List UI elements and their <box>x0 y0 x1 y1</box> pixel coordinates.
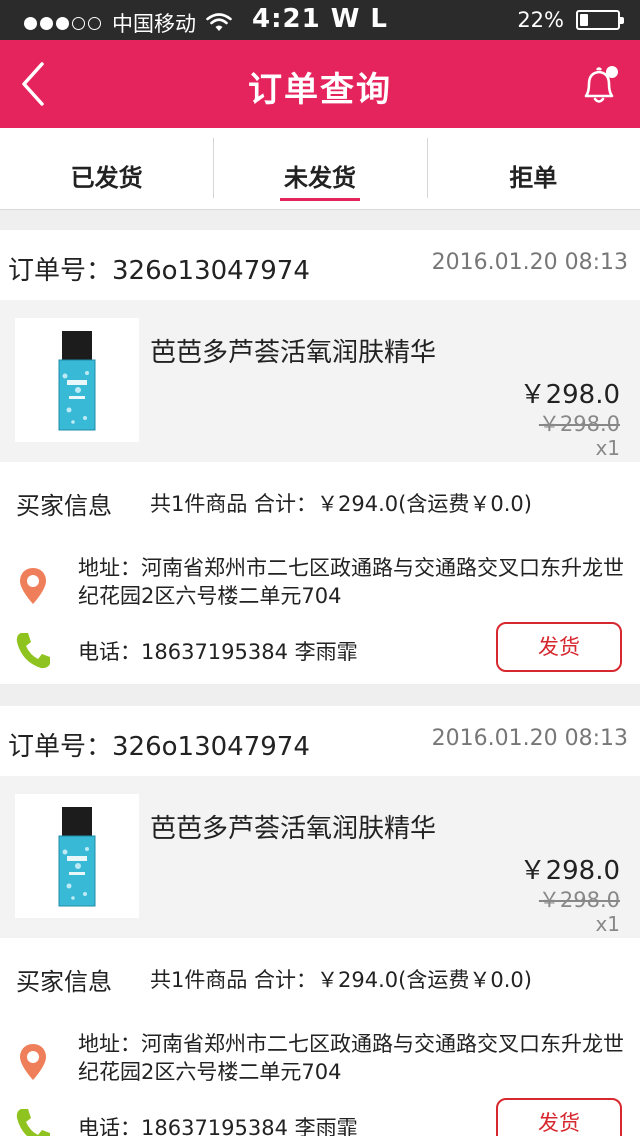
status-bar: 中国移动 4:21 W L 22% <box>0 0 640 40</box>
product-name: 芭芭多芦荟活氧润肤精华 <box>150 814 437 844</box>
product-image <box>15 794 139 918</box>
original-price: ￥298.0 <box>538 888 620 912</box>
tab-label: 已发货 <box>70 164 143 192</box>
order-time: 2016.01.20 08:13 <box>431 726 628 751</box>
order-summary: 共1件商品 合计：￥294.0(含运费￥0.0) <box>150 492 532 516</box>
product-quantity: x1 <box>595 912 620 936</box>
tab-rejected[interactable]: 拒单 <box>426 128 640 209</box>
page-title: 订单查询 <box>248 70 392 110</box>
product-row[interactable]: 芭芭多芦荟活氧润肤精华 ￥298.0 ￥298.0 x1 <box>0 300 640 462</box>
notification-button[interactable] <box>578 62 622 106</box>
buyer-info-row: 买家信息 共1件商品 合计：￥294.0(含运费￥0.0) <box>0 938 640 1014</box>
phone-icon <box>16 1109 50 1136</box>
original-price: ￥298.0 <box>538 412 620 436</box>
ship-button[interactable]: 发货 <box>496 1098 622 1136</box>
order-card: 订单号：326o13047974 2016.01.20 08:13 芭芭多芦荟活… <box>0 230 640 684</box>
order-number: 订单号：326o13047974 <box>8 732 310 762</box>
serum-bottle-icon <box>58 331 96 431</box>
battery-level <box>580 14 588 26</box>
tab-shipped[interactable]: 已发货 <box>0 128 213 209</box>
order-card: 订单号：326o13047974 2016.01.20 08:13 芭芭多芦荟活… <box>0 706 640 1136</box>
ship-button[interactable]: 发货 <box>496 622 622 672</box>
product-price: ￥298.0 <box>519 380 620 410</box>
location-pin-icon <box>20 1044 46 1080</box>
buyer-info-label: 买家信息 <box>16 492 112 520</box>
buyer-info-label: 买家信息 <box>16 968 112 996</box>
order-time: 2016.01.20 08:13 <box>431 250 628 275</box>
nav-bar: 订单查询 <box>0 40 640 128</box>
location-pin-icon <box>20 568 46 604</box>
order-header: 订单号：326o13047974 2016.01.20 08:13 <box>0 230 640 300</box>
order-summary: 共1件商品 合计：￥294.0(含运费￥0.0) <box>150 968 532 992</box>
battery-percent: 22% <box>517 8 564 32</box>
tab-label: 未发货 <box>283 164 356 192</box>
address-text: 地址：河南省郑州市二七区政通路与交通路交叉口东升龙世纪花园2区六号楼二单元704 <box>78 556 624 608</box>
order-number: 订单号：326o13047974 <box>8 256 310 286</box>
shipping-info: 地址：河南省郑州市二七区政通路与交通路交叉口东升龙世纪花园2区六号楼二单元704… <box>0 1014 640 1136</box>
status-bar-right: 22% <box>517 8 624 32</box>
product-image <box>15 318 139 442</box>
phone-icon <box>16 633 50 669</box>
phone-text: 电话：18637195384 李雨霏 <box>78 640 358 664</box>
bell-icon <box>584 66 618 103</box>
order-header: 订单号：326o13047974 2016.01.20 08:13 <box>0 706 640 776</box>
product-name: 芭芭多芦荟活氧润肤精华 <box>150 338 437 368</box>
product-quantity: x1 <box>595 436 620 460</box>
address-text: 地址：河南省郑州市二七区政通路与交通路交叉口东升龙世纪花园2区六号楼二单元704 <box>78 1032 624 1084</box>
shipping-info: 地址：河南省郑州市二七区政通路与交通路交叉口东升龙世纪花园2区六号楼二单元704… <box>0 538 640 688</box>
active-tab-indicator <box>279 198 360 201</box>
product-row[interactable]: 芭芭多芦荟活氧润肤精华 ￥298.0 ￥298.0 x1 <box>0 776 640 938</box>
tab-unshipped[interactable]: 未发货 <box>213 128 426 209</box>
serum-bottle-icon <box>58 807 96 907</box>
battery-icon <box>576 10 624 30</box>
order-status-tabs: 已发货 未发货 拒单 <box>0 128 640 210</box>
phone-text: 电话：18637195384 李雨霏 <box>78 1116 358 1136</box>
tab-label: 拒单 <box>509 164 558 192</box>
buyer-info-row: 买家信息 共1件商品 合计：￥294.0(含运费￥0.0) <box>0 462 640 538</box>
product-price: ￥298.0 <box>519 856 620 886</box>
